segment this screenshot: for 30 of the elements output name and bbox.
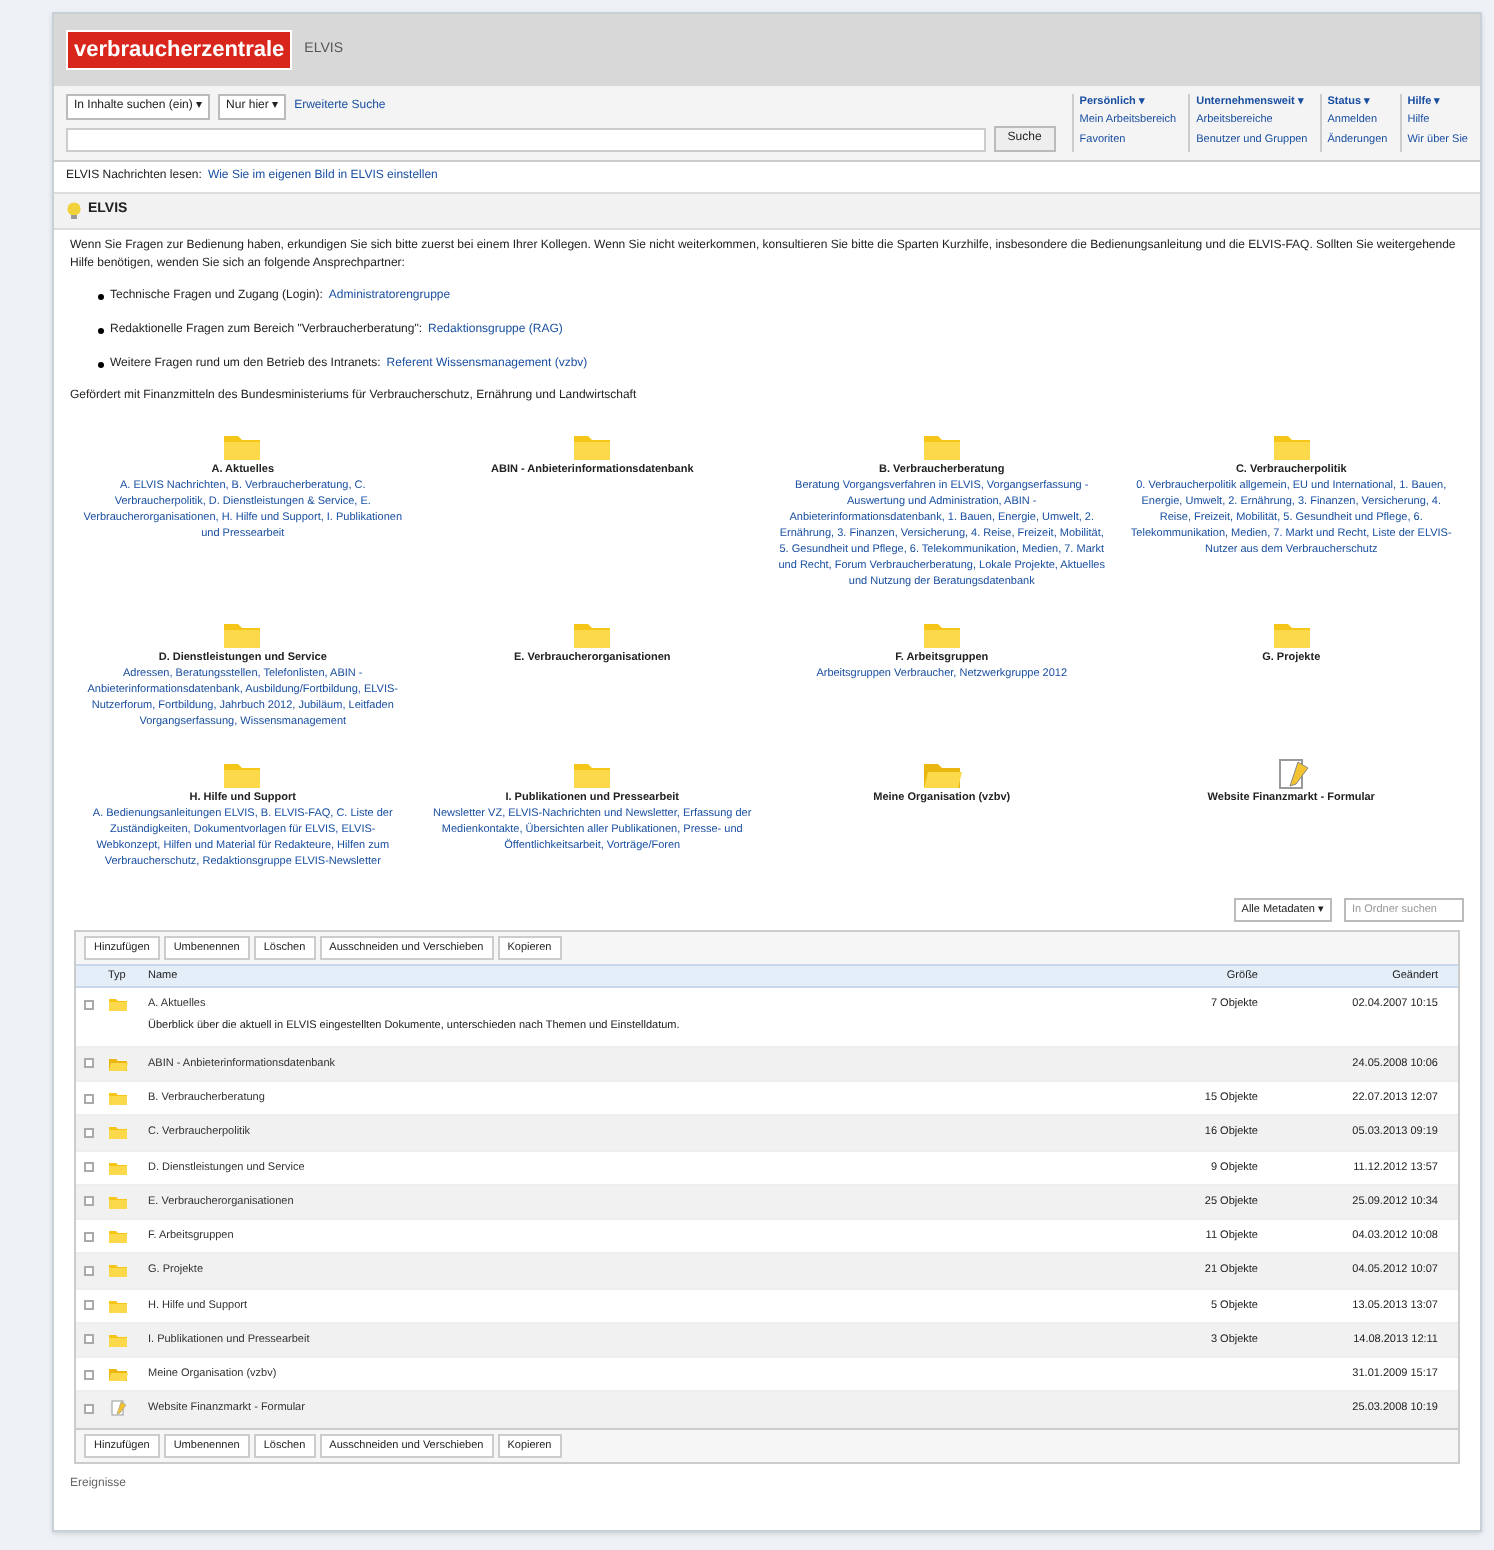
row-checkbox[interactable]: [84, 1058, 94, 1069]
bulb-icon: [66, 201, 82, 220]
row-checkbox[interactable]: [84, 1403, 94, 1414]
folder-icon: [108, 1124, 128, 1141]
row-checkbox[interactable]: [84, 1196, 94, 1207]
row-checkbox[interactable]: [84, 1369, 94, 1380]
document-icon: [108, 1400, 128, 1417]
row-checkbox[interactable]: [84, 1231, 94, 1242]
row-checkbox[interactable]: [84, 1265, 94, 1276]
folder-icon: [108, 1228, 128, 1245]
folder-icon: [108, 996, 128, 1013]
row-checkbox[interactable]: [84, 1162, 94, 1173]
folder-icon: [108, 1297, 128, 1314]
folder-icon: [108, 1055, 128, 1072]
row-checkbox[interactable]: [84, 1334, 94, 1345]
bullet-icon: [98, 293, 104, 299]
logo[interactable]: verbraucherzentrale: [66, 29, 293, 71]
row-checkbox[interactable]: [84, 1300, 94, 1311]
row-checkbox[interactable]: [84, 1093, 94, 1104]
row-checkbox[interactable]: [84, 999, 94, 1010]
folder-icon: [108, 1193, 128, 1210]
folder-icon: [108, 1090, 128, 1107]
folder-icon: [108, 1331, 128, 1348]
folder-icon: [108, 1366, 128, 1383]
folder-icon: [108, 1262, 128, 1279]
bullet-icon: [98, 327, 104, 333]
bullet-icon: [98, 361, 104, 367]
folder-icon: [108, 1159, 128, 1176]
row-checkbox[interactable]: [84, 1127, 94, 1138]
search-field[interactable]: [66, 127, 986, 151]
